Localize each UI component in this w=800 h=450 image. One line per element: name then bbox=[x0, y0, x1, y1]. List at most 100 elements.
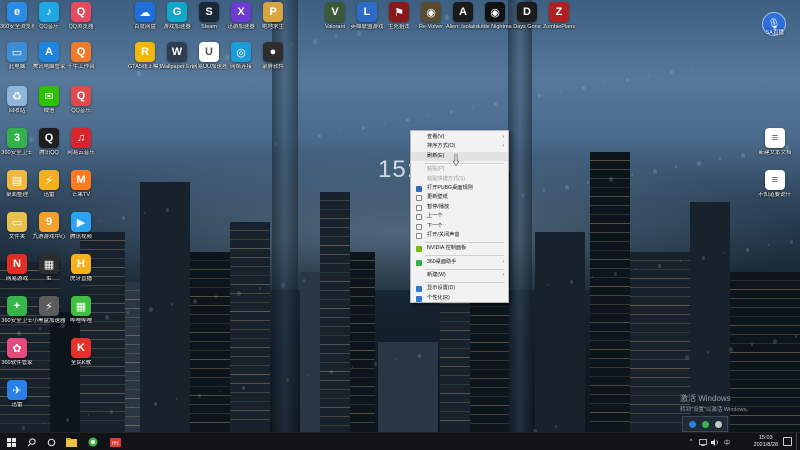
desktop-icon[interactable]: P 绝地求生 bbox=[256, 2, 290, 31]
qq-icon: Q bbox=[39, 128, 59, 148]
desktop-icon[interactable]: S Steam bbox=[192, 2, 226, 31]
context-menu-item[interactable]: 查看(V) › bbox=[411, 133, 508, 142]
desktop-icon[interactable]: ✉ 微信 bbox=[32, 86, 66, 115]
building-window-lights bbox=[320, 263, 350, 264]
desktop-icon[interactable]: ✈ 迅雷 bbox=[0, 380, 34, 409]
desktop-icon[interactable]: Q 千牛工作台 bbox=[64, 42, 98, 71]
show-desktop-button[interactable] bbox=[796, 433, 800, 450]
desktop-icon[interactable]: ▦ 哔哩哔哩 bbox=[64, 296, 98, 325]
context-menu-item[interactable]: 更新壁纸 bbox=[411, 193, 508, 202]
context-menu-item[interactable]: 暂停/播放 bbox=[411, 203, 508, 212]
context-menu-item[interactable]: 下一个 bbox=[411, 222, 508, 231]
desktop-icon[interactable]: U 网易UU加速器 bbox=[192, 42, 226, 71]
desktop-icon[interactable]: D Days Gone bbox=[510, 2, 544, 31]
raindrop bbox=[768, 244, 769, 246]
building-window-lights bbox=[80, 285, 125, 286]
desktop-icon[interactable]: Q QQ浏览器 bbox=[64, 2, 98, 31]
building-window-lights bbox=[730, 370, 800, 371]
desktop-icon[interactable]: ⚡ 迅雷 bbox=[32, 170, 66, 199]
raindrop bbox=[357, 31, 361, 36]
desktop-icon[interactable]: ▭ 文件夹 bbox=[0, 212, 34, 241]
context-menu-item[interactable]: 新建(W) › bbox=[411, 271, 508, 280]
360-browser-taskbar-icon[interactable] bbox=[84, 433, 102, 450]
building-window-lights bbox=[320, 371, 350, 372]
building-window-lights bbox=[230, 419, 270, 420]
desktop-icon[interactable]: ◉ Little Nightmares bbox=[478, 2, 512, 31]
desktop-icon[interactable]: W Wallpaper Engine bbox=[160, 42, 194, 71]
network-tray-icon[interactable] bbox=[698, 433, 708, 450]
context-menu-item[interactable]: 360桌面助手 › bbox=[411, 258, 508, 267]
desktop-icon[interactable]: ● 录屏软件 bbox=[256, 42, 290, 71]
desktop-icon[interactable]: A 腾讯电脑管家 bbox=[32, 42, 66, 71]
desktop-icon[interactable]: ♫ 网易云音乐 bbox=[64, 128, 98, 157]
building-window-lights bbox=[230, 410, 270, 411]
building-window-lights bbox=[590, 313, 630, 314]
desktop-icon-label: 九游游戏中心 bbox=[32, 234, 66, 240]
tray-expand-arrow[interactable]: ^ bbox=[686, 433, 696, 450]
desktop-icon[interactable]: Z ZombiePlans bbox=[542, 2, 576, 31]
volume-tray-icon[interactable] bbox=[710, 433, 720, 450]
desktop-icon[interactable]: K 全民K歌 bbox=[64, 338, 98, 367]
tray-app-icon[interactable] bbox=[702, 421, 709, 428]
desktop-icon[interactable]: ▶ 腾讯视频 bbox=[64, 212, 98, 241]
ime-tray-icon[interactable]: 中 bbox=[722, 433, 732, 450]
desktop-icon[interactable]: A Alien: Isolation bbox=[446, 2, 480, 31]
building-window-lights bbox=[320, 425, 350, 426]
desktop-icon[interactable]: ▦ IE bbox=[32, 254, 66, 283]
desktop-icon[interactable]: ♻ 回收站 bbox=[0, 86, 34, 115]
desktop-icon[interactable]: ♪ QQ音乐 bbox=[32, 2, 66, 31]
building-window-lights bbox=[80, 402, 125, 403]
desktop-icon[interactable]: ⚑ 生死狙击 bbox=[382, 2, 416, 31]
desktop-icon[interactable]: V Valorant bbox=[318, 2, 352, 31]
context-menu-item[interactable]: 显示设置(D) bbox=[411, 284, 508, 293]
context-menu-item[interactable]: NVIDIA 控制面板 bbox=[411, 244, 508, 253]
context-menu-item[interactable]: 打开PUBG桌面规则 bbox=[411, 184, 508, 193]
desktop-icon[interactable]: L 英雄联盟游戏 bbox=[350, 2, 384, 31]
desktop-icon[interactable]: ≡ 不知道要说什么 bbox=[758, 170, 792, 199]
context-menu-item[interactable]: 个性化(R) bbox=[411, 294, 508, 303]
context-menu-item[interactable]: 排序方式(O) › bbox=[411, 142, 508, 151]
desktop-icon[interactable]: ◉ Re-Volver bbox=[414, 2, 448, 31]
desktop-icon[interactable]: M 芒果TV bbox=[64, 170, 98, 199]
context-menu-item[interactable]: 打开/关闭声音 bbox=[411, 231, 508, 240]
file-explorer-icon[interactable] bbox=[62, 433, 80, 450]
context-menu-item[interactable]: 上一个 bbox=[411, 212, 508, 221]
taskbar-clock[interactable]: 15:03 2021/8/28 bbox=[754, 435, 778, 449]
desktop-icon[interactable]: ☁ 百度网盘 bbox=[128, 2, 162, 31]
menu-item-icon bbox=[416, 259, 422, 266]
desktop-icon[interactable]: ✿ 360软件管家 bbox=[0, 338, 34, 367]
tray-app-icon[interactable] bbox=[715, 421, 722, 428]
desktop-icon[interactable]: X 迅游加速器 bbox=[224, 2, 258, 31]
search-icon[interactable] bbox=[22, 433, 40, 450]
tray-app-icon[interactable] bbox=[689, 421, 696, 428]
cortana-icon[interactable] bbox=[42, 433, 60, 450]
building-window-lights bbox=[590, 367, 630, 368]
windows-start-icon[interactable] bbox=[2, 433, 20, 450]
desktop-icon[interactable]: ⚡ 小黑盒加速器 bbox=[32, 296, 66, 325]
desktop-icon[interactable]: 3 360安全卫士 bbox=[0, 128, 34, 157]
raindrop bbox=[707, 351, 709, 354]
building-window-lights bbox=[440, 312, 470, 313]
recorder-taskbar-icon[interactable]: rec bbox=[106, 433, 124, 450]
desktop-icon[interactable]: ▤ 桌面整理 bbox=[0, 170, 34, 199]
desktop-icon[interactable]: e 360安全浏览器 bbox=[0, 2, 34, 31]
building-window-lights bbox=[230, 257, 270, 258]
desktop-icon-label: QQ音乐 bbox=[71, 108, 91, 114]
desktop-icon[interactable]: 9 九游游戏中心 bbox=[32, 212, 66, 241]
desktop-icon[interactable]: ◎ 网络连接 bbox=[224, 42, 258, 71]
building-window-lights bbox=[470, 324, 510, 325]
building-window-lights bbox=[230, 356, 270, 357]
menu-item-icon bbox=[416, 295, 422, 302]
desktop-icon[interactable]: Q QQ音乐 bbox=[64, 86, 98, 115]
desktop-icon[interactable]: ≡ 新建文本文档 bbox=[758, 128, 792, 157]
desktop-icon[interactable]: G 游戏加速器 bbox=[160, 2, 194, 31]
desktop-icon[interactable]: +360安全卫士 bbox=[0, 296, 34, 325]
desktop-icon[interactable]: ▭ 此电脑 bbox=[0, 42, 34, 71]
desktop-icon[interactable]: Q 腾讯QQ bbox=[32, 128, 66, 157]
building-window-lights bbox=[440, 420, 470, 421]
desktop-icon-label: 哔哩哔哩 bbox=[69, 318, 92, 324]
desktop-icon[interactable]: N 网易游戏 bbox=[0, 254, 34, 283]
desktop-icon[interactable]: R GTA5线上模式 bbox=[128, 42, 162, 71]
desktop-icon[interactable]: H 虎牙直播 bbox=[64, 254, 98, 283]
notification-center-icon[interactable] bbox=[783, 437, 792, 446]
